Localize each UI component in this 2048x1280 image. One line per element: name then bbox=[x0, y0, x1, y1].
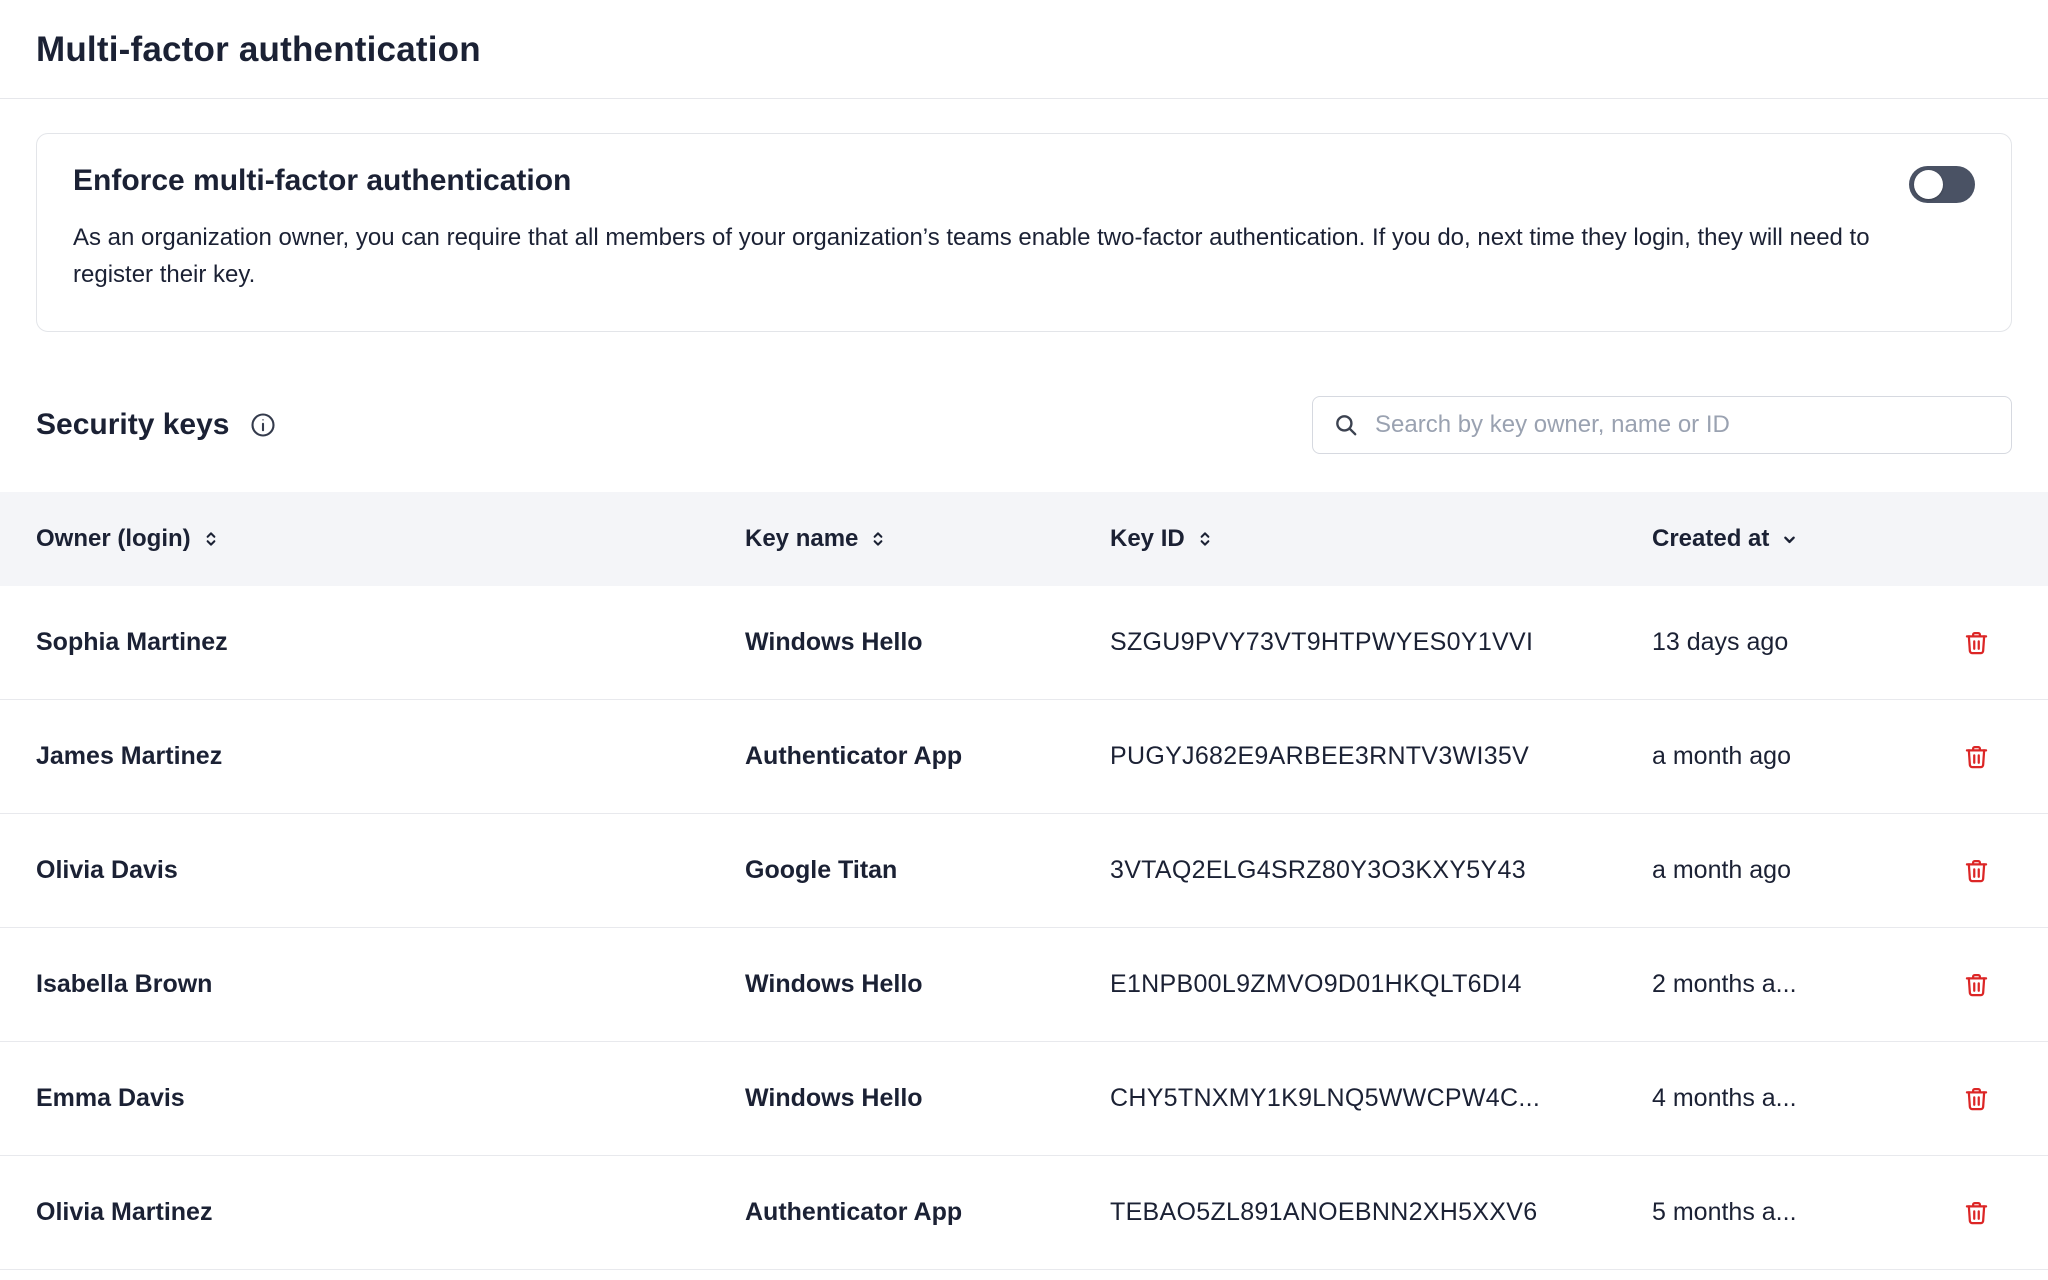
sort-icon bbox=[869, 530, 887, 548]
key-id-cell: CHY5TNXMY1K9LNQ5WWCPW4C... bbox=[1110, 1084, 1652, 1113]
trash-icon bbox=[1963, 1199, 1990, 1226]
table-header-row: Owner (login) Key name Key ID bbox=[0, 492, 2048, 586]
created-at-cell: a month ago bbox=[1652, 742, 1940, 771]
page-header: Multi-factor authentication bbox=[0, 0, 2048, 70]
key-name-cell: Windows Hello bbox=[745, 628, 1110, 657]
delete-key-button[interactable] bbox=[1957, 737, 1996, 776]
column-label-key-name: Key name bbox=[745, 525, 858, 553]
sort-icon bbox=[202, 530, 220, 548]
created-at-cell: 4 months a... bbox=[1652, 1084, 1940, 1113]
column-header-key-id[interactable]: Key ID bbox=[1110, 525, 1652, 553]
owner-cell: Isabella Brown bbox=[36, 970, 745, 999]
header-divider bbox=[0, 98, 2048, 99]
delete-key-button[interactable] bbox=[1957, 1079, 1996, 1118]
page-title: Multi-factor authentication bbox=[36, 30, 2012, 70]
trash-icon bbox=[1963, 629, 1990, 656]
key-id-cell: E1NPB00L9ZMVO9D01HKQLT6DI4 bbox=[1110, 970, 1652, 999]
security-keys-header: Security keys bbox=[36, 396, 2012, 454]
delete-key-button[interactable] bbox=[1957, 851, 1996, 890]
created-at-cell: 2 months a... bbox=[1652, 970, 1940, 999]
security-keys-title: Security keys bbox=[36, 408, 229, 442]
owner-cell: Sophia Martinez bbox=[36, 628, 745, 657]
column-header-owner[interactable]: Owner (login) bbox=[36, 525, 745, 553]
security-keys-table: Owner (login) Key name Key ID bbox=[0, 492, 2048, 1270]
column-label-key-id: Key ID bbox=[1110, 525, 1185, 553]
delete-key-button[interactable] bbox=[1957, 623, 1996, 662]
table-row: Olivia Davis Google Titan 3VTAQ2ELG4SRZ8… bbox=[0, 814, 2048, 928]
table-body: Sophia Martinez Windows Hello SZGU9PVY73… bbox=[0, 586, 2048, 1270]
delete-key-button[interactable] bbox=[1957, 1193, 1996, 1232]
key-id-cell: 3VTAQ2ELG4SRZ80Y3O3KXY5Y43 bbox=[1110, 856, 1652, 885]
key-name-cell: Google Titan bbox=[745, 856, 1110, 885]
trash-icon bbox=[1963, 971, 1990, 998]
key-name-cell: Windows Hello bbox=[745, 1084, 1110, 1113]
actions-cell bbox=[1940, 1193, 2012, 1232]
actions-cell bbox=[1940, 851, 2012, 890]
security-keys-title-wrap: Security keys bbox=[36, 408, 277, 442]
enforce-card-description: As an organization owner, you can requir… bbox=[73, 219, 1873, 293]
table-row: Emma Davis Windows Hello CHY5TNXMY1K9LNQ… bbox=[0, 1042, 2048, 1156]
created-at-cell: 13 days ago bbox=[1652, 628, 1940, 657]
key-id-cell: TEBAO5ZL891ANOEBNN2XH5XXV6 bbox=[1110, 1198, 1652, 1227]
search-icon bbox=[1333, 412, 1359, 438]
table-row: James Martinez Authenticator App PUGYJ68… bbox=[0, 700, 2048, 814]
actions-cell bbox=[1940, 1079, 2012, 1118]
info-icon[interactable] bbox=[249, 411, 277, 439]
chevron-down-icon bbox=[1780, 530, 1799, 549]
enforce-card-title: Enforce multi-factor authentication bbox=[73, 164, 571, 198]
created-at-cell: a month ago bbox=[1652, 856, 1940, 885]
column-label-created-at: Created at bbox=[1652, 525, 1769, 553]
enforce-card-head: Enforce multi-factor authentication bbox=[73, 164, 1975, 203]
mfa-settings-page: Multi-factor authentication Enforce mult… bbox=[0, 0, 2048, 1270]
key-name-cell: Windows Hello bbox=[745, 970, 1110, 999]
trash-icon bbox=[1963, 743, 1990, 770]
actions-cell bbox=[1940, 623, 2012, 662]
sort-icon bbox=[1196, 530, 1214, 548]
owner-cell: Olivia Davis bbox=[36, 856, 745, 885]
trash-icon bbox=[1963, 857, 1990, 884]
created-at-cell: 5 months a... bbox=[1652, 1198, 1940, 1227]
table-row: Isabella Brown Windows Hello E1NPB00L9ZM… bbox=[0, 928, 2048, 1042]
column-header-created-at[interactable]: Created at bbox=[1652, 525, 1940, 553]
trash-icon bbox=[1963, 1085, 1990, 1112]
owner-cell: Olivia Martinez bbox=[36, 1198, 745, 1227]
key-id-cell: SZGU9PVY73VT9HTPWYES0Y1VVI bbox=[1110, 628, 1652, 657]
column-header-key-name[interactable]: Key name bbox=[745, 525, 1110, 553]
table-row: Olivia Martinez Authenticator App TEBAO5… bbox=[0, 1156, 2048, 1270]
enforce-mfa-card: Enforce multi-factor authentication As a… bbox=[36, 133, 2012, 332]
key-name-cell: Authenticator App bbox=[745, 742, 1110, 771]
search-input[interactable] bbox=[1373, 410, 1991, 440]
toggle-knob bbox=[1914, 170, 1943, 199]
table-row: Sophia Martinez Windows Hello SZGU9PVY73… bbox=[0, 586, 2048, 700]
owner-cell: Emma Davis bbox=[36, 1084, 745, 1113]
key-name-cell: Authenticator App bbox=[745, 1198, 1110, 1227]
key-id-cell: PUGYJ682E9ARBEE3RNTV3WI35V bbox=[1110, 742, 1652, 771]
actions-cell bbox=[1940, 737, 2012, 776]
enforce-mfa-toggle[interactable] bbox=[1909, 166, 1975, 203]
search-box[interactable] bbox=[1312, 396, 2012, 454]
owner-cell: James Martinez bbox=[36, 742, 745, 771]
column-label-owner: Owner (login) bbox=[36, 525, 191, 553]
actions-cell bbox=[1940, 965, 2012, 1004]
delete-key-button[interactable] bbox=[1957, 965, 1996, 1004]
